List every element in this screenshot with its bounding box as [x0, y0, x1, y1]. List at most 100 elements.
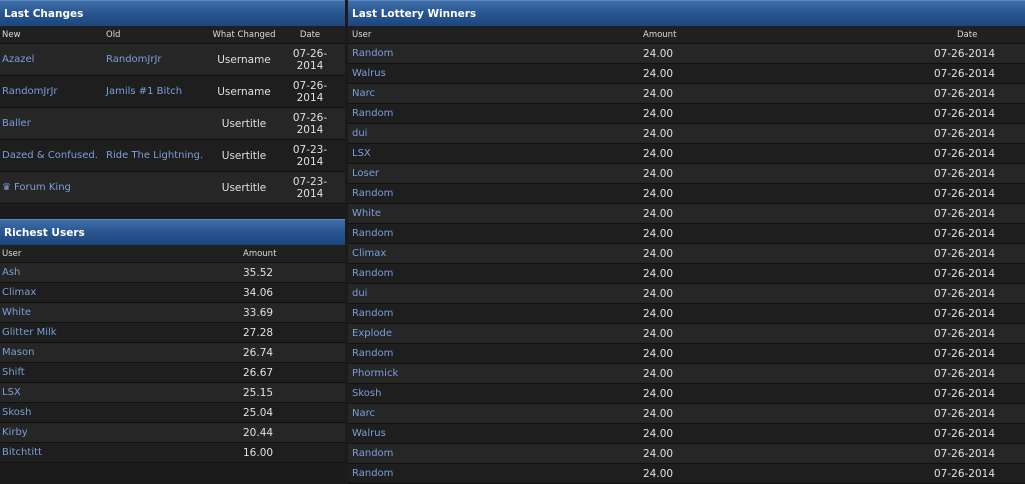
user-link[interactable]: Random	[352, 268, 393, 279]
what-changed-cell: Username	[217, 54, 271, 66]
table-row: Mason 26.74	[0, 343, 345, 363]
user-cell: LSX	[2, 383, 21, 402]
user-link[interactable]: White	[352, 208, 381, 219]
user-cell: Explode	[352, 324, 392, 343]
user-link[interactable]: Baller	[2, 118, 31, 129]
user-link[interactable]: Explode	[352, 328, 392, 339]
user-cell: White	[352, 204, 381, 223]
user-cell: Narc	[352, 404, 375, 423]
date-line: 07-26-	[292, 80, 328, 92]
date-cell: 07-26-2014	[934, 268, 996, 280]
user-link[interactable]: Jamils #1 Bitch	[106, 86, 182, 97]
user-cell: dui	[352, 124, 367, 143]
date-cell: 07-26-2014	[934, 368, 996, 380]
user-link[interactable]: Random	[352, 448, 393, 459]
date-cell: 07-26-2014	[934, 408, 996, 420]
date-cell: 07-26-2014	[934, 388, 996, 400]
col-header-amount: Amount	[643, 30, 677, 40]
user-cell: Walrus	[352, 424, 386, 443]
user-link[interactable]: Bitchtitt	[2, 447, 42, 458]
user-link[interactable]: Skosh	[352, 388, 381, 399]
user-link[interactable]: Random	[352, 348, 393, 359]
user-link[interactable]: Ash	[2, 267, 20, 278]
user-link[interactable]: Climax	[2, 287, 36, 298]
user-link[interactable]: Mason	[2, 347, 34, 358]
user-link[interactable]: Random	[352, 108, 393, 119]
user-cell: Phormick	[352, 364, 398, 383]
user-link[interactable]: RandomJrJr	[2, 86, 58, 97]
date-line: 2014	[296, 60, 324, 72]
date-cell: 07-26-2014	[934, 248, 996, 260]
table-row: LSX 25.15	[0, 383, 345, 403]
user-link[interactable]: Walrus	[352, 68, 386, 79]
old-name-cell: RandomJrJr	[106, 44, 162, 75]
date-cell: 07-26-2014	[934, 188, 996, 200]
what-changed-cell: Username	[217, 86, 271, 98]
amount-cell: 16.00	[243, 447, 274, 459]
user-cell: White	[2, 303, 31, 322]
user-link[interactable]: Random	[352, 48, 393, 59]
user-link[interactable]: Walrus	[352, 428, 386, 439]
date-cell: 07-26-2014	[934, 148, 996, 160]
what-changed-cell: Usertitle	[221, 118, 267, 130]
user-link[interactable]: Narc	[352, 88, 375, 99]
user-link[interactable]: Random	[352, 468, 393, 479]
user-link[interactable]: Random	[352, 228, 393, 239]
user-link[interactable]: LSX	[352, 148, 371, 159]
richest-users-title: Richest Users	[0, 219, 345, 245]
amount-cell: 24.00	[643, 128, 674, 140]
last-changes-panel: Last Changes New Old What Changed Date A…	[0, 0, 345, 206]
table-row: Baller Usertitle 07-26- 2014	[0, 108, 345, 140]
user-link[interactable]: Ride The Lightning.	[106, 150, 203, 161]
user-cell: Random	[352, 344, 393, 363]
user-link[interactable]: Dazed & Confused.	[2, 150, 98, 161]
user-cell: Random	[352, 264, 393, 283]
user-link[interactable]: LSX	[2, 387, 21, 398]
user-link[interactable]: Narc	[352, 408, 375, 419]
user-link[interactable]: Random	[352, 188, 393, 199]
table-row: Phormick 24.00 07-26-2014	[348, 364, 1025, 384]
amount-cell: 24.00	[643, 428, 674, 440]
table-row: Random 24.00 07-26-2014	[348, 264, 1025, 284]
amount-cell: 24.00	[643, 228, 674, 240]
what-changed-cell: Usertitle	[221, 182, 267, 194]
date-cell: 07-26-2014	[934, 48, 996, 60]
user-link[interactable]: Climax	[352, 248, 386, 259]
user-link[interactable]: Glitter Milk	[2, 327, 57, 338]
amount-cell: 24.00	[643, 208, 674, 220]
user-link[interactable]: Shift	[2, 367, 25, 378]
user-link[interactable]: Kirby	[2, 427, 28, 438]
richest-users-header-row: User Amount	[0, 245, 345, 263]
user-link[interactable]: dui	[352, 128, 367, 139]
table-row: Kirby 20.44	[0, 423, 345, 443]
user-cell: Ash	[2, 263, 20, 282]
col-header-date: Date	[957, 30, 978, 40]
date-cell: 07-26-2014	[934, 68, 996, 80]
user-link[interactable]: RandomJrJr	[106, 54, 162, 65]
table-row: Narc 24.00 07-26-2014	[348, 404, 1025, 424]
col-header-user: User	[2, 249, 22, 259]
amount-cell: 24.00	[643, 48, 674, 60]
amount-cell: 24.00	[643, 88, 674, 100]
date-line: 2014	[296, 156, 324, 168]
user-link[interactable]: Forum King	[14, 182, 71, 193]
user-cell: Glitter Milk	[2, 323, 57, 342]
table-row: Glitter Milk 27.28	[0, 323, 345, 343]
amount-cell: 24.00	[643, 468, 674, 480]
user-link[interactable]: Loser	[352, 168, 379, 179]
col-header-new: New	[2, 30, 21, 40]
user-link[interactable]: Skosh	[2, 407, 31, 418]
lottery-winners-rows: Random 24.00 07-26-2014 Walrus 24.00 07-26-20…	[348, 44, 1025, 484]
user-link[interactable]: dui	[352, 288, 367, 299]
crown-icon: ♛	[2, 182, 11, 193]
user-link[interactable]: Random	[352, 308, 393, 319]
user-link[interactable]: Phormick	[352, 368, 398, 379]
date-line: 2014	[296, 188, 324, 200]
richest-users-rows: Ash 35.52 Climax 34.06 White 33.69 Glitter Mil…	[0, 263, 345, 463]
user-link[interactable]: Azazel	[2, 54, 34, 65]
amount-cell: 24.00	[643, 268, 674, 280]
date-cell: 07-26-2014	[934, 348, 996, 360]
user-link[interactable]: White	[2, 307, 31, 318]
table-row: White 33.69	[0, 303, 345, 323]
table-row: White 24.00 07-26-2014	[348, 204, 1025, 224]
